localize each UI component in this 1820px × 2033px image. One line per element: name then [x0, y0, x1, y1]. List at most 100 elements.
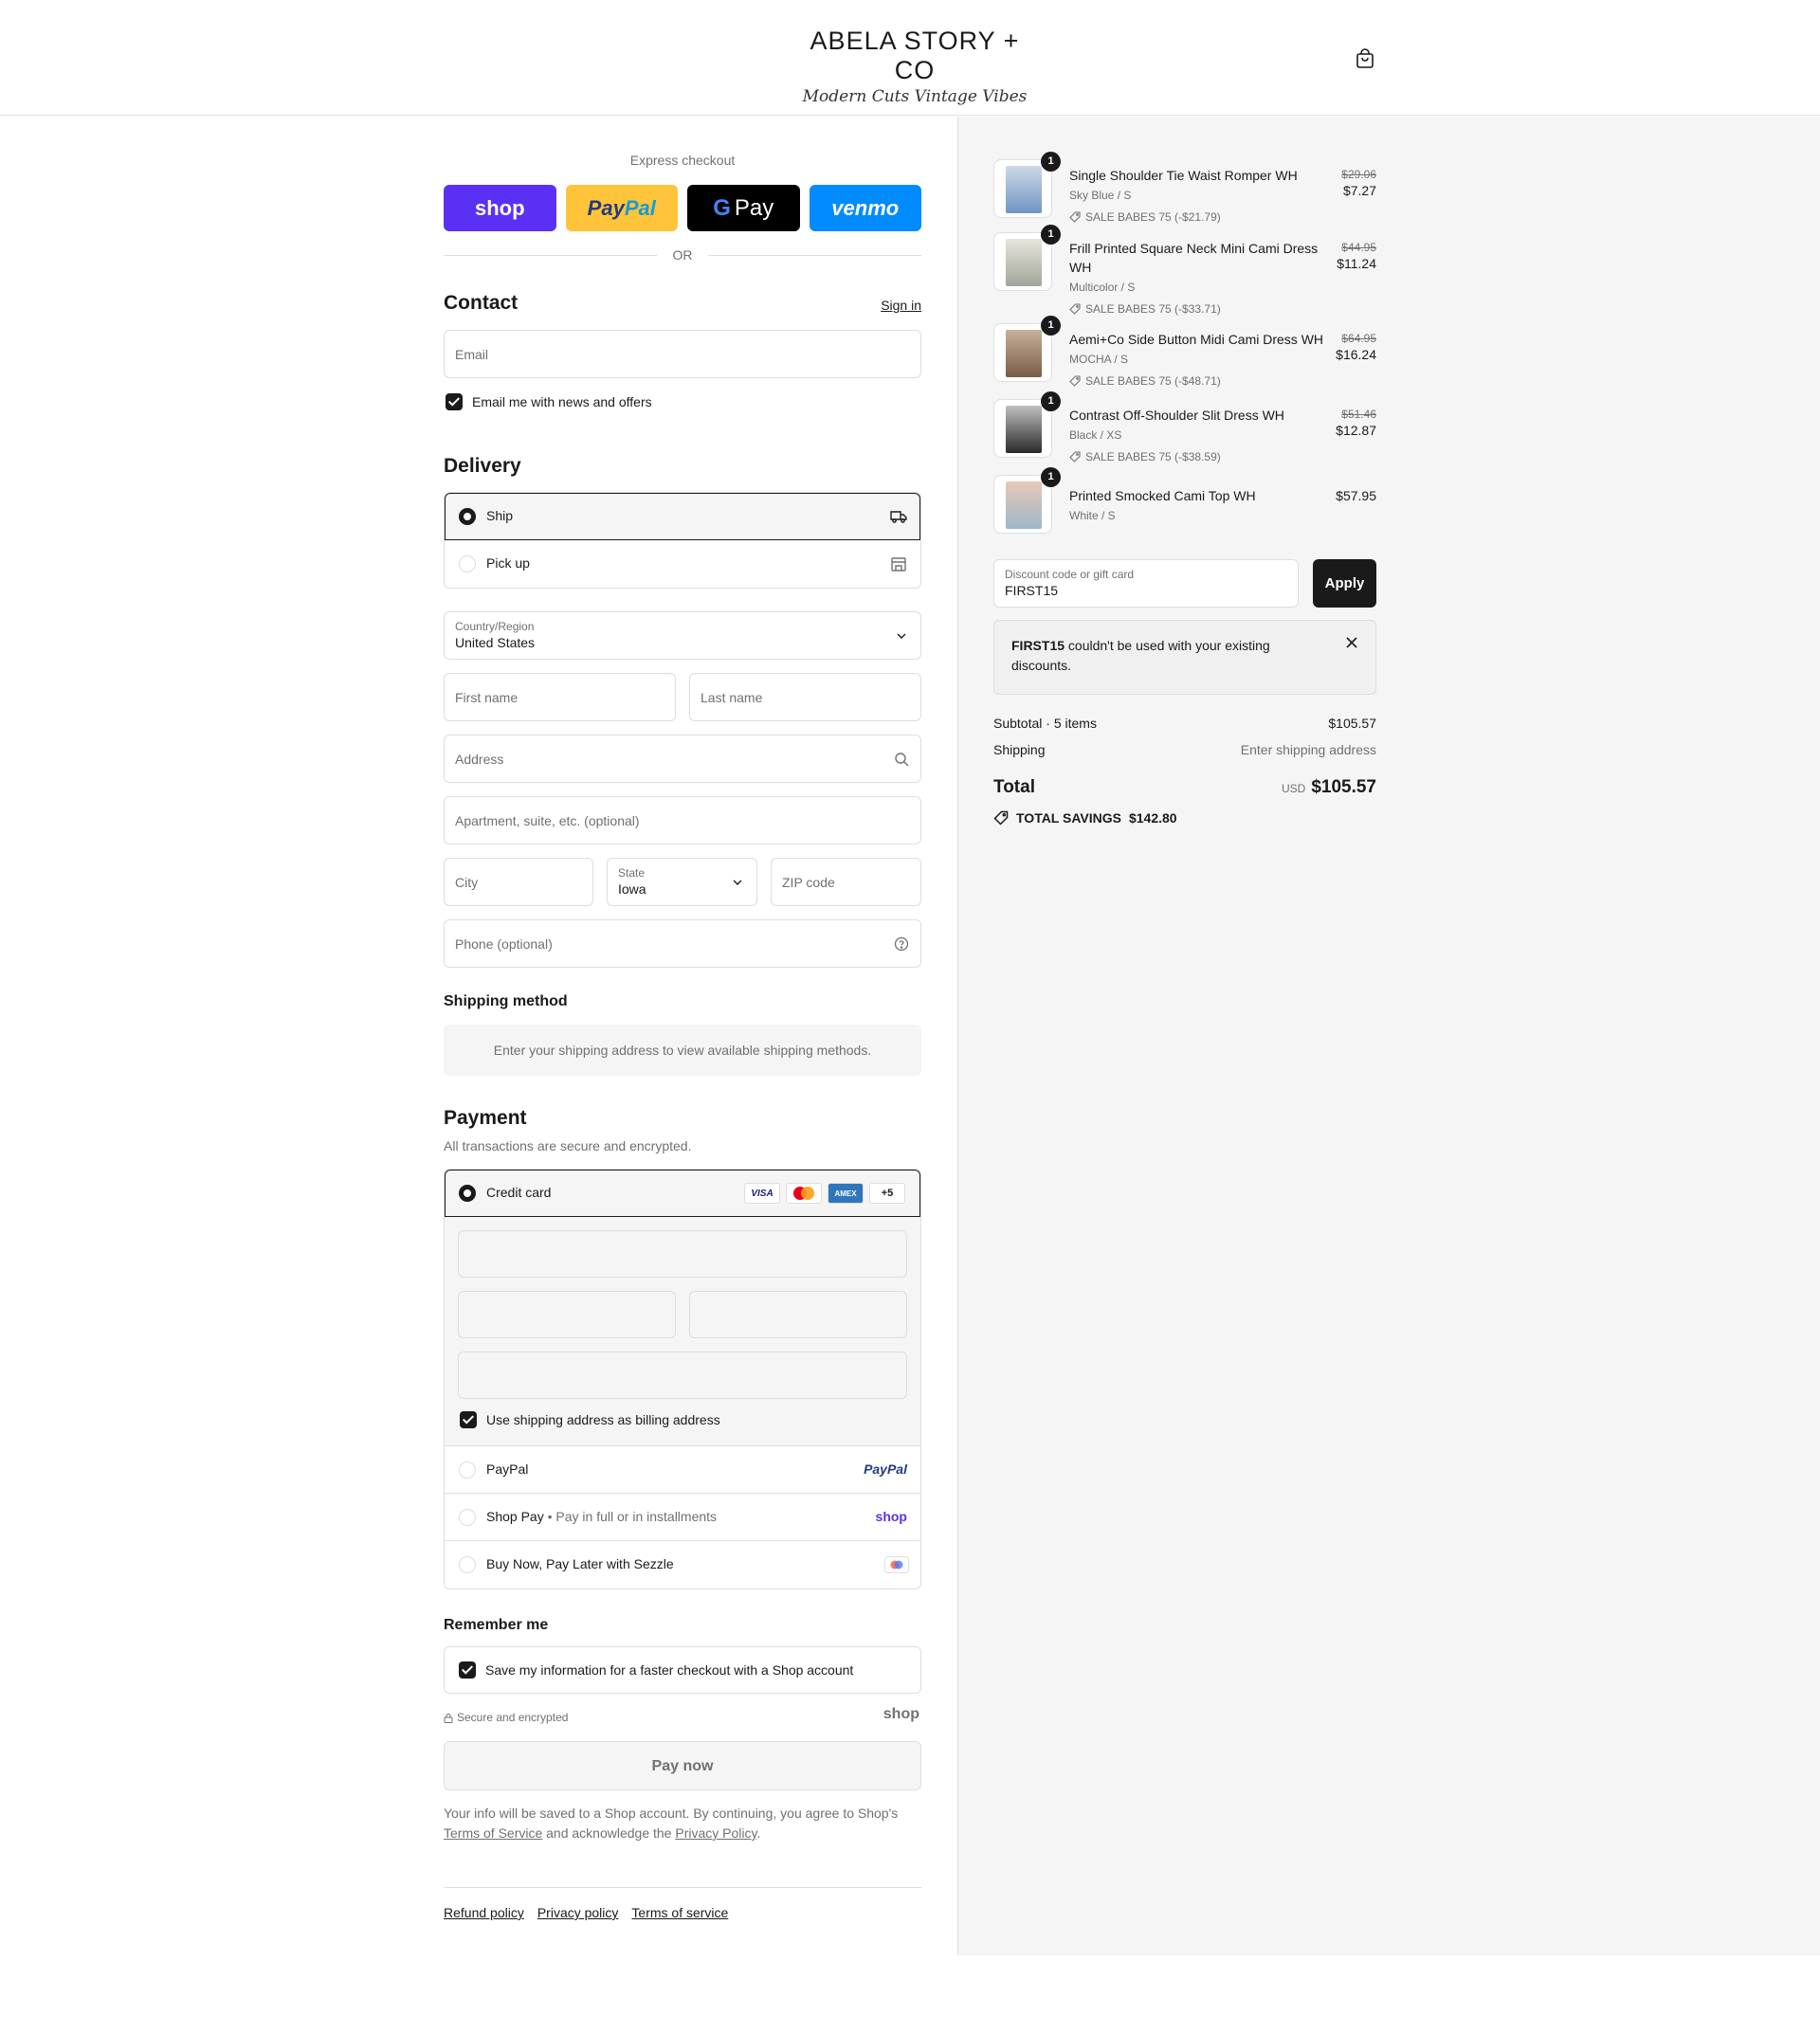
city-placeholder: City	[455, 874, 479, 890]
product-name: Single Shoulder Tie Waist Romper WH	[1069, 168, 1298, 183]
product-info: Frill Printed Square Neck Mini Cami Dres…	[1069, 239, 1325, 318]
payment-subtitle: All transactions are secure and encrypte…	[444, 1138, 692, 1153]
paypal-logo: PayPal	[864, 1461, 907, 1477]
shop-logo: shop	[883, 1706, 919, 1722]
google-pay-button[interactable]: G Pay	[687, 185, 800, 231]
quantity-badge: 1	[1041, 391, 1061, 411]
sale-price: $11.24	[1337, 256, 1376, 271]
payment-option-paypal[interactable]: PayPal PayPal	[445, 1446, 920, 1494]
product-info: Aemi+Co Side Button Midi Cami Dress WH M…	[1069, 330, 1325, 390]
email-field[interactable]: Email	[444, 330, 921, 378]
discount-code-field[interactable]: Discount code or gift card FIRST15	[993, 559, 1299, 608]
security-code-field[interactable]	[689, 1291, 907, 1338]
payment-option-credit-card[interactable]: Credit card VISA AMEX +5	[445, 1170, 920, 1217]
last-name-placeholder: Last name	[701, 689, 763, 705]
shop-pay-logo: shop	[875, 1509, 907, 1524]
zip-placeholder: ZIP code	[782, 874, 835, 890]
shipping-method-note: Enter your shipping address to view avai…	[444, 1025, 921, 1076]
sale-price: $7.27	[1342, 183, 1376, 198]
line-item: 1 Printed Smocked Cami Top WH White / S …	[993, 467, 1376, 534]
price-column: $64.95 $16.24	[1336, 332, 1376, 362]
product-variant: White / S	[1069, 509, 1116, 522]
zip-field[interactable]: ZIP code	[771, 858, 921, 906]
phone-field[interactable]: Phone (optional)	[444, 919, 921, 968]
paypal-pal-text: Pal	[624, 195, 656, 220]
chevron-down-icon	[733, 880, 742, 885]
last-name-field[interactable]: Last name	[689, 673, 921, 721]
address-field[interactable]: Address	[444, 735, 921, 783]
product-variant: Multicolor / S	[1069, 281, 1136, 294]
delivery-option-pickup[interactable]: Pick up	[445, 540, 920, 588]
price-column: $51.46 $12.87	[1336, 408, 1376, 438]
pickup-radio[interactable]	[459, 555, 476, 572]
pay-now-button[interactable]: Pay now	[444, 1741, 921, 1790]
legal-text-1: Your info will be saved to a Shop accoun…	[444, 1806, 899, 1821]
save-info-label: Save my information for a faster checkou…	[485, 1662, 854, 1678]
venmo-button[interactable]: venmo	[809, 185, 921, 231]
price-column: $29.06 $7.27	[1341, 168, 1376, 198]
terms-of-service-link[interactable]: Terms of service	[631, 1905, 728, 1920]
credit-card-radio[interactable]	[459, 1185, 476, 1202]
apartment-field[interactable]: Apartment, suite, etc. (optional)	[444, 796, 921, 844]
product-variant: Sky Blue / S	[1069, 189, 1132, 202]
tag-icon	[1069, 375, 1081, 387]
shipping-label: Shipping	[993, 742, 1046, 757]
product-info: Contrast Off-Shoulder Slit Dress WH Blac…	[1069, 406, 1325, 466]
expiration-field[interactable]	[458, 1291, 676, 1338]
first-name-placeholder: First name	[455, 689, 519, 705]
quantity-badge: 1	[1041, 225, 1061, 245]
shop-privacy-link[interactable]: Privacy Policy	[675, 1825, 756, 1841]
shop-terms-link[interactable]: Terms of Service	[444, 1825, 542, 1841]
close-icon[interactable]	[1345, 636, 1358, 649]
product-discount: SALE BABES 75 (-$48.71)	[1069, 372, 1325, 390]
sign-in-link[interactable]: Sign in	[881, 298, 921, 313]
address-placeholder: Address	[455, 751, 504, 767]
or-divider: OR	[444, 247, 921, 263]
product-name: Printed Smocked Cami Top WH	[1069, 488, 1256, 503]
shop-pay-button[interactable]: shop	[444, 185, 556, 231]
billing-same-checkbox[interactable]	[460, 1411, 477, 1428]
price-column: $57.95	[1336, 486, 1376, 503]
delivery-option-ship[interactable]: Ship	[445, 493, 920, 540]
shopping-bag-icon[interactable]	[1354, 47, 1376, 70]
original-price: $44.95	[1341, 241, 1376, 254]
card-number-field[interactable]	[458, 1230, 907, 1278]
state-value: Iowa	[618, 881, 646, 897]
help-circle-icon[interactable]	[894, 936, 909, 952]
shop-pay-subtext: Pay in full or in installments	[555, 1509, 718, 1524]
shop-pay-radio[interactable]	[459, 1509, 476, 1526]
product-discount: SALE BABES 75 (-$33.71)	[1069, 300, 1325, 318]
first-name-field[interactable]: First name	[444, 673, 676, 721]
save-info-checkbox[interactable]	[459, 1661, 476, 1679]
paypal-radio[interactable]	[459, 1461, 476, 1479]
tag-icon	[1069, 303, 1081, 315]
payment-option-shop-pay[interactable]: Shop Pay • Pay in full or in installment…	[445, 1494, 920, 1541]
apply-discount-button[interactable]: Apply	[1313, 559, 1376, 608]
logo-wordmark: ABELA STORY + CO	[810, 27, 1020, 84]
discount-error-banner: FIRST15 couldn't be used with your exist…	[993, 620, 1376, 695]
search-icon	[895, 753, 909, 767]
tag-icon	[1069, 451, 1081, 463]
remember-me-box: Save my information for a faster checkou…	[444, 1646, 921, 1694]
billing-same-label: Use shipping address as billing address	[486, 1412, 720, 1427]
shipping-row: Shipping Enter shipping address	[993, 742, 1376, 757]
product-info: Single Shoulder Tie Waist Romper WH Sky …	[1069, 166, 1325, 227]
news-checkbox[interactable]	[446, 393, 463, 410]
payment-option-sezzle[interactable]: Buy Now, Pay Later with Sezzle	[445, 1541, 920, 1588]
sezzle-radio[interactable]	[459, 1556, 476, 1573]
state-select[interactable]: State Iowa	[607, 858, 757, 906]
store-logo[interactable]: ABELA STORY + CO Modern Cuts Vintage Vib…	[796, 27, 1033, 106]
name-on-card-field[interactable]	[458, 1352, 907, 1399]
total-savings: TOTAL SAVINGS $142.80	[993, 810, 1177, 826]
privacy-policy-link[interactable]: Privacy policy	[537, 1905, 619, 1920]
shipping-value: Enter shipping address	[1240, 742, 1376, 757]
paypal-button[interactable]: Pay Pal	[565, 185, 678, 231]
city-field[interactable]: City	[444, 858, 593, 906]
refund-policy-link[interactable]: Refund policy	[444, 1905, 524, 1920]
sezzle-icon	[884, 1556, 909, 1573]
store-icon	[891, 557, 906, 572]
ship-radio[interactable]	[459, 508, 476, 525]
footer-divider	[444, 1887, 921, 1888]
country-select[interactable]: Country/Region United States	[444, 611, 921, 660]
legal-period: .	[756, 1825, 761, 1841]
